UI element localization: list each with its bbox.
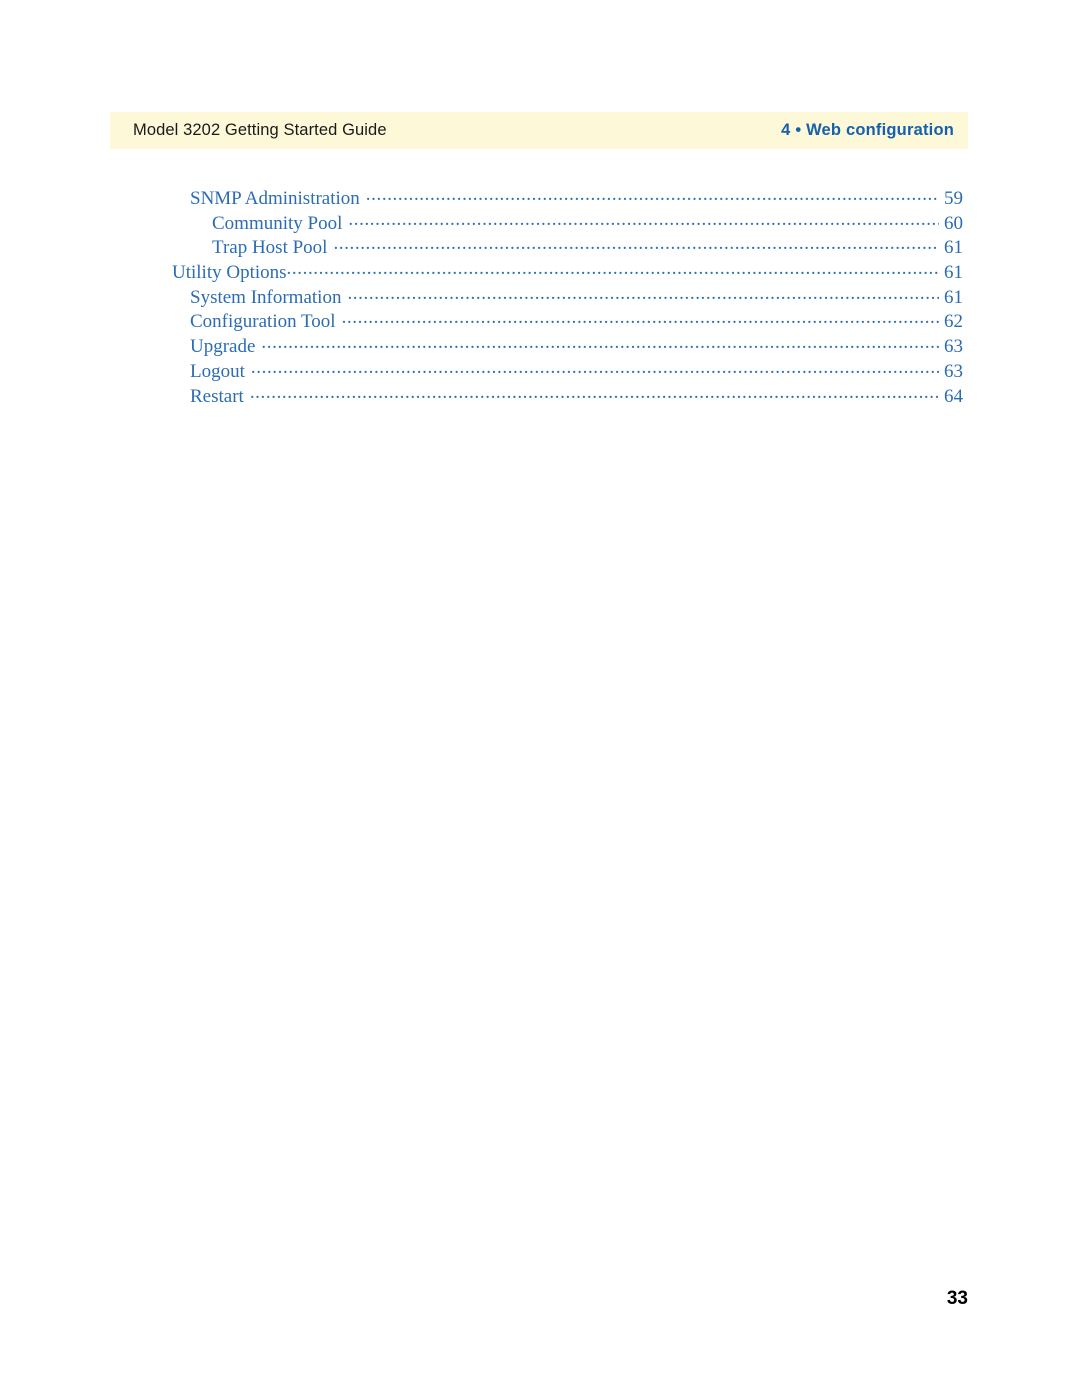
toc-dot-leader <box>348 210 939 229</box>
toc-entry-title: Trap Host Pool <box>212 237 328 259</box>
toc-entry-title: Logout <box>190 360 245 382</box>
toc-entry-page-number: 61 <box>944 262 963 284</box>
toc-entry-title: Restart <box>190 385 244 407</box>
toc-dot-leader <box>261 333 939 352</box>
toc-entry-page-number: 62 <box>944 311 963 333</box>
toc-dot-leader <box>250 383 939 402</box>
toc-entry[interactable]: Upgrade 63 <box>172 333 963 358</box>
toc-dot-leader <box>251 358 939 377</box>
toc-entry-title: SNMP Administration <box>190 188 360 209</box>
table-of-contents: SNMP Administration59Community Pool60Tra… <box>172 185 963 407</box>
toc-entry[interactable]: Utility Options 61 <box>172 259 963 284</box>
toc-entry-page-number: 63 <box>944 360 963 382</box>
toc-entry-title: Configuration Tool <box>190 311 336 333</box>
toc-entry[interactable]: Logout 63 <box>172 358 963 383</box>
toc-entry-page-number: 59 <box>944 188 963 209</box>
toc-entry-title: System Information <box>190 286 342 308</box>
toc-dot-leader <box>287 259 939 278</box>
toc-entry[interactable]: Community Pool 60 <box>172 210 963 235</box>
toc-entry-page-number: 60 <box>944 212 963 234</box>
header-document-title: Model 3202 Getting Started Guide <box>133 121 387 139</box>
header-chapter-title: 4 • Web configuration <box>781 121 954 139</box>
toc-entry-title: Upgrade <box>190 336 256 358</box>
page-number: 33 <box>946 1288 968 1309</box>
toc-dot-leader <box>333 234 939 253</box>
toc-entry-page-number: 61 <box>944 286 963 308</box>
toc-dot-leader <box>347 284 939 303</box>
toc-entry[interactable]: SNMP Administration 59 <box>172 185 963 210</box>
page-header: Model 3202 Getting Started Guide 4 • Web… <box>110 112 968 149</box>
toc-entry[interactable]: Configuration Tool 62 <box>172 308 963 333</box>
toc-entry-page-number: 63 <box>944 336 963 358</box>
toc-dot-leader <box>342 308 939 327</box>
toc-entry-page-number: 61 <box>944 237 963 259</box>
toc-entry[interactable]: Restart 64 <box>172 383 963 408</box>
toc-entry[interactable]: Trap Host Pool 61 <box>172 234 963 259</box>
toc-entry-page-number: 64 <box>944 385 963 407</box>
toc-entry-title: Utility Options <box>172 262 287 284</box>
toc-dot-leader <box>366 185 939 204</box>
toc-entry-title: Community Pool <box>212 212 343 234</box>
toc-entry[interactable]: System Information 61 <box>172 284 963 309</box>
